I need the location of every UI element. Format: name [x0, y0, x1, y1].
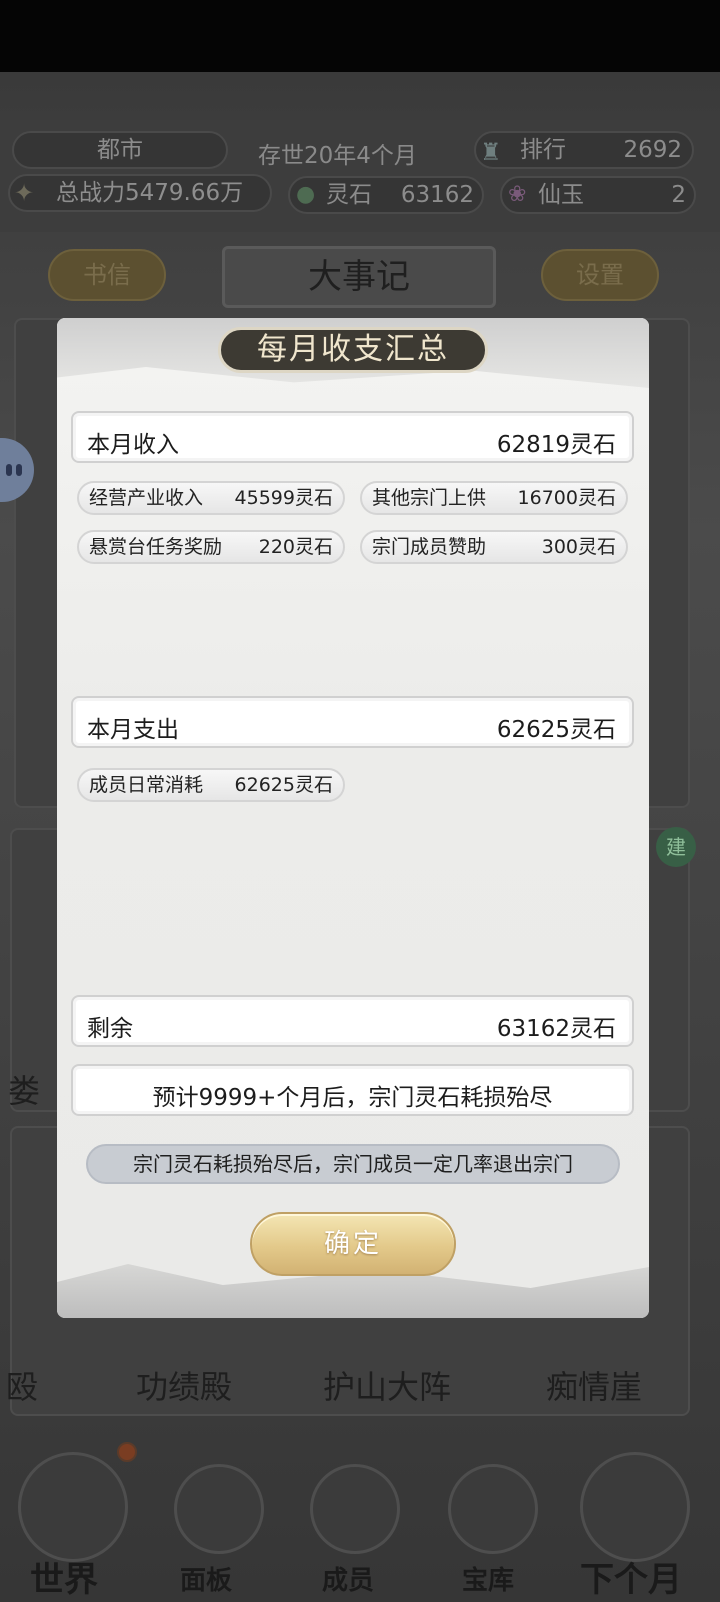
treasury-icon[interactable]	[448, 1464, 538, 1554]
income-item-label: 宗门成员赞助	[372, 536, 487, 558]
age-text: 存世20年4个月	[258, 143, 417, 169]
expense-label: 本月支出	[87, 717, 179, 743]
world-notification-dot	[117, 1442, 137, 1462]
income-label: 本月收入	[87, 432, 179, 458]
income-item-label: 悬赏台任务奖励	[89, 536, 223, 558]
expense-item-value: 62625灵石	[234, 774, 333, 796]
chronicle-title: 大事记	[222, 246, 496, 308]
nav-world[interactable]: 世界	[30, 1552, 98, 1601]
rank-pill[interactable]: ♜ 排行 2692	[474, 131, 694, 169]
build-badge[interactable]: 建	[656, 827, 696, 867]
nav-panel[interactable]: 面板	[180, 1560, 232, 1597]
next-month-icon[interactable]	[580, 1452, 690, 1562]
income-item: 悬赏台任务奖励 220灵石	[77, 530, 345, 564]
panel-icon[interactable]	[174, 1464, 264, 1554]
letters-button[interactable]: 书信	[48, 249, 166, 301]
rank-icon: ♜	[480, 138, 502, 166]
chat-dot-left	[6, 464, 12, 476]
status-bar	[0, 0, 720, 72]
power-text: 总战力5479.66万	[56, 180, 244, 206]
income-item-value: 16700灵石	[517, 487, 616, 509]
dialog-title: 每月收支汇总	[218, 327, 488, 373]
jade-pill[interactable]: ❀ 仙玉 2	[500, 176, 696, 214]
income-item: 经营产业收入 45599灵石	[77, 481, 345, 515]
building-label-merit-hall[interactable]: 功绩殿	[136, 1362, 232, 1408]
expense-row: 本月支出 62625灵石	[71, 696, 634, 748]
income-item-label: 经营产业收入	[89, 487, 204, 509]
location-pill[interactable]: 都市	[12, 131, 228, 169]
expense-item-label: 成员日常消耗	[89, 774, 204, 796]
rank-label: 排行	[520, 137, 566, 163]
income-item-value: 300灵石	[541, 536, 616, 558]
spirit-stone-icon: ●	[296, 182, 316, 207]
spirit-stone-pill[interactable]: ● 灵石 63162	[288, 176, 484, 214]
chat-dot-right	[16, 464, 22, 476]
income-row: 本月收入 62819灵石	[71, 411, 634, 463]
rank-value: 2692	[623, 137, 682, 163]
nav-treasury[interactable]: 宝库	[462, 1560, 514, 1597]
building-label-partial-1[interactable]: 娄	[8, 1066, 40, 1112]
forecast-text: 预计9999+个月后，宗门灵石耗损殆尽	[152, 1085, 553, 1111]
income-item-label: 其他宗门上供	[372, 487, 487, 509]
nav-next-month[interactable]: 下个月	[580, 1552, 682, 1601]
income-item: 宗门成员赞助 300灵石	[360, 530, 628, 564]
building-label-partial-2[interactable]: 殴	[6, 1362, 38, 1408]
spirit-stone-value: 63162	[400, 182, 474, 208]
remaining-row: 剩余 63162灵石	[71, 995, 634, 1047]
expense-value: 62625灵石	[496, 717, 616, 743]
jade-value: 2	[671, 182, 686, 208]
income-item: 其他宗门上供 16700灵石	[360, 481, 628, 515]
forecast-row: 预计9999+个月后，宗门灵石耗损殆尽	[71, 1064, 634, 1116]
remaining-value: 63162灵石	[496, 1016, 616, 1042]
settings-button[interactable]: 设置	[541, 249, 659, 301]
income-value: 62819灵石	[496, 432, 616, 458]
power-pill[interactable]: ✦ 总战力5479.66万	[8, 174, 272, 212]
members-icon[interactable]	[310, 1464, 400, 1554]
expense-item: 成员日常消耗 62625灵石	[77, 768, 345, 802]
jade-icon: ❀	[508, 182, 527, 207]
building-label-mountain-array[interactable]: 护山大阵	[323, 1362, 451, 1408]
spirit-stone-label: 灵石	[326, 182, 372, 208]
nav-members[interactable]: 成员	[322, 1560, 374, 1597]
location-text: 都市	[97, 137, 143, 163]
warning-note: 宗门灵石耗损殆尽后，宗门成员一定几率退出宗门	[86, 1144, 620, 1184]
power-icon: ✦	[14, 179, 35, 207]
remaining-label: 剩余	[87, 1016, 133, 1042]
income-item-value: 45599灵石	[234, 487, 333, 509]
world-icon[interactable]	[18, 1452, 128, 1562]
confirm-button[interactable]: 确定	[250, 1212, 456, 1276]
building-label-love-cliff[interactable]: 痴情崖	[546, 1362, 642, 1408]
jade-label: 仙玉	[538, 182, 584, 208]
income-item-value: 220灵石	[258, 536, 333, 558]
